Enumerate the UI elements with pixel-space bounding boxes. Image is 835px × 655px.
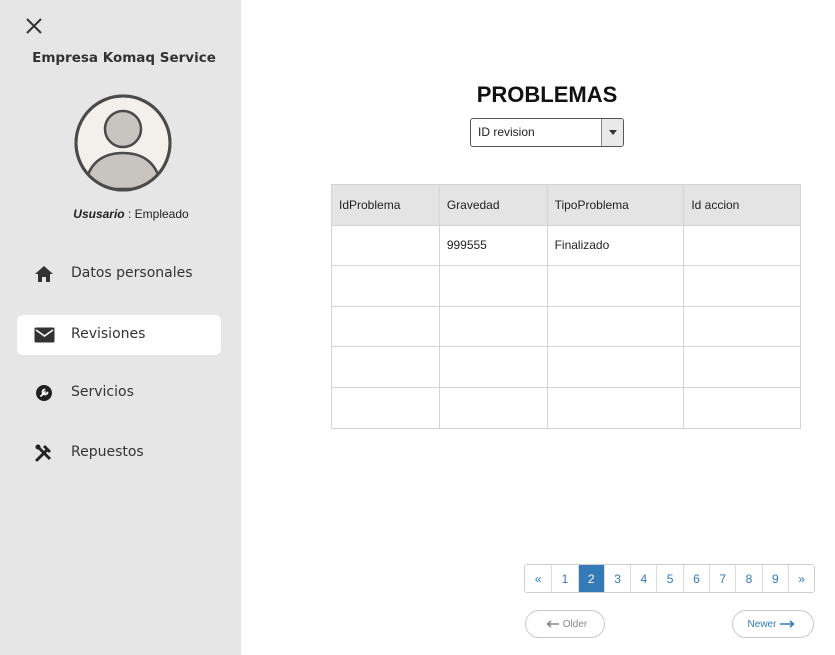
arrow-left-icon (546, 620, 559, 628)
select-arrow-button[interactable] (601, 119, 623, 146)
pagination-page[interactable]: 3 (603, 565, 631, 592)
table-cell: Finalizado (546, 224, 685, 267)
column-header: TipoProblema (546, 184, 685, 226)
table-row[interactable] (331, 265, 801, 307)
pagination-page[interactable]: 6 (682, 565, 710, 592)
table-cell (546, 346, 685, 388)
sidebar: Empresa Komaq Service Ususario : Emplead… (0, 0, 241, 655)
pagination-prev[interactable]: « (525, 565, 552, 592)
table-cell (331, 346, 440, 388)
arrow-right-icon (780, 620, 796, 628)
newer-button[interactable]: Newer (732, 610, 814, 638)
table-cell (546, 265, 685, 307)
sidebar-item-servicios[interactable]: Servicios (17, 373, 221, 413)
table-cell (331, 265, 440, 307)
column-header: Id accion (683, 184, 801, 226)
home-icon (33, 264, 55, 284)
user-info: Ususario : Empleado (0, 207, 262, 221)
user-separator: : (124, 207, 135, 221)
company-name: Empresa Komaq Service (32, 50, 216, 66)
table-cell (683, 346, 801, 388)
close-icon[interactable] (24, 16, 44, 36)
sidebar-item-label: Datos personales (71, 265, 193, 281)
pagination-page[interactable]: 9 (761, 565, 788, 592)
user-role: Empleado (134, 207, 189, 221)
chevron-down-icon (609, 130, 617, 135)
mail-icon (33, 325, 55, 345)
pagination-page[interactable]: 4 (630, 565, 657, 592)
revision-select[interactable]: ID revision (470, 118, 624, 147)
pagination: « 1 2 3 4 5 6 7 8 9 » (524, 564, 816, 593)
table-row[interactable] (331, 346, 801, 388)
table-cell (438, 305, 548, 348)
page-title: PROBLEMAS (476, 82, 618, 107)
table-cell (546, 305, 685, 348)
problems-table: IdProblema Gravedad TipoProblema Id acci… (331, 184, 801, 429)
app-root: Empresa Komaq Service Ususario : Emplead… (0, 0, 835, 655)
pagination-page[interactable]: 1 (551, 565, 578, 592)
sidebar-item-repuestos[interactable]: Repuestos (17, 433, 221, 473)
table-row[interactable] (331, 386, 801, 429)
table-header-row: IdProblema Gravedad TipoProblema Id acci… (331, 184, 801, 226)
table-cell (438, 265, 548, 307)
table-cell (331, 305, 440, 348)
sidebar-item-label: Servicios (71, 384, 134, 400)
select-value: ID revision (478, 125, 535, 139)
pagination-next[interactable]: » (787, 565, 815, 592)
sidebar-item-revisiones[interactable]: Revisiones (17, 315, 221, 355)
table-cell (683, 224, 801, 267)
table-cell (546, 386, 685, 429)
wrench-icon (33, 383, 55, 403)
table-row[interactable]: 999555 Finalizado (331, 224, 801, 267)
sidebar-item-label: Revisiones (71, 326, 146, 342)
pagination-page[interactable]: 5 (656, 565, 683, 592)
table-cell (438, 386, 548, 429)
older-button[interactable]: Older (525, 610, 605, 638)
table-cell (331, 224, 440, 267)
table-cell (438, 346, 548, 388)
pagination-page[interactable]: 7 (709, 565, 736, 592)
table-cell: 999555 (438, 224, 548, 267)
table-row[interactable] (331, 305, 801, 348)
table-cell (683, 305, 801, 348)
table-cell (331, 386, 440, 429)
column-header: IdProblema (331, 184, 440, 226)
table-cell (683, 265, 801, 307)
avatar-icon (73, 93, 173, 193)
column-header: Gravedad (438, 184, 548, 226)
user-label: Ususario (73, 207, 125, 221)
older-label: Older (562, 618, 588, 630)
newer-label: Newer (747, 618, 777, 630)
sidebar-item-datos-personales[interactable]: Datos personales (17, 254, 221, 294)
table-cell (683, 386, 801, 429)
pagination-page[interactable]: 8 (735, 565, 762, 592)
tools-icon (33, 443, 55, 463)
sidebar-item-label: Repuestos (71, 444, 144, 460)
pagination-page-current[interactable]: 2 (577, 565, 604, 592)
